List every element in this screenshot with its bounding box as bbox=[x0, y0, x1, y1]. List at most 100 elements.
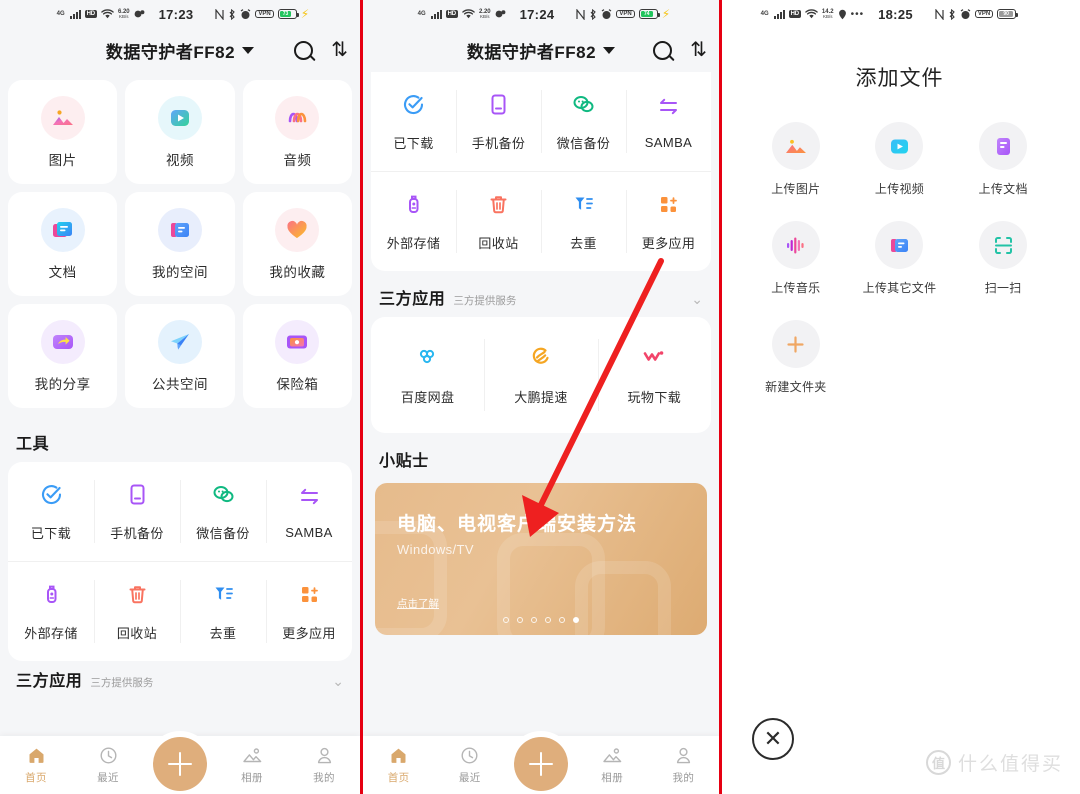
tool-label: SAMBA bbox=[644, 134, 693, 150]
banner-decoration bbox=[575, 561, 671, 635]
downloaded-check-icon bbox=[39, 482, 64, 512]
category-tile-favorites[interactable]: 我的收藏 bbox=[242, 192, 352, 296]
close-sheet-button[interactable]: ✕ bbox=[752, 718, 794, 760]
tool-phone-backup[interactable]: 手机备份 bbox=[456, 72, 541, 171]
fab-add-button[interactable] bbox=[153, 737, 207, 791]
category-label: 我的空间 bbox=[151, 264, 208, 280]
tips-banner[interactable]: 电脑、电视客户端安装方法 Windows/TV 点击了解 bbox=[375, 483, 707, 635]
chevron-down-icon[interactable] bbox=[242, 46, 255, 54]
thirdparty-app-baidu[interactable]: 百度网盘 bbox=[371, 317, 484, 433]
category-tile-my-space[interactable]: 我的空间 bbox=[125, 192, 235, 296]
home-icon bbox=[29, 748, 43, 763]
action-upload-other-file[interactable]: 上传其它文件 bbox=[848, 221, 952, 296]
tool-dedupe[interactable]: 去重 bbox=[541, 172, 626, 271]
category-tile-document[interactable]: 文档 bbox=[8, 192, 118, 296]
chevron-down-icon[interactable] bbox=[603, 46, 616, 54]
tool-samba[interactable]: SAMBA bbox=[266, 462, 352, 561]
banner-pagination-dots[interactable] bbox=[375, 617, 707, 623]
app-header: 数据守护者FF82 ⇅ bbox=[363, 28, 719, 72]
tool-label: 外部存储 bbox=[24, 625, 78, 641]
search-icon[interactable] bbox=[294, 40, 314, 60]
tool-external-storage[interactable]: 外部存储 bbox=[8, 562, 94, 661]
tab-recent[interactable]: 最近 bbox=[72, 746, 144, 785]
tool-external-storage[interactable]: 外部存储 bbox=[371, 172, 456, 271]
dot[interactable] bbox=[545, 617, 551, 623]
tab-album[interactable]: 相册 bbox=[216, 746, 288, 785]
tool-downloaded[interactable]: 已下载 bbox=[371, 72, 456, 171]
tab-label: 最近 bbox=[97, 771, 119, 784]
thirdparty-app-wanwu[interactable]: 玩物下载 bbox=[597, 317, 711, 433]
action-upload-image[interactable]: 上传图片 bbox=[744, 122, 848, 197]
nfc-icon bbox=[935, 8, 944, 20]
category-tile-safe-box[interactable]: 保险箱 bbox=[242, 304, 352, 408]
sort-icon[interactable]: ⇅ bbox=[690, 40, 707, 60]
tools-section-title: 工具 bbox=[16, 436, 50, 453]
wifi-icon bbox=[101, 9, 114, 19]
tool-wechat-backup[interactable]: 微信备份 bbox=[180, 462, 266, 561]
category-tile-audio[interactable]: 音频 bbox=[242, 80, 352, 184]
tool-dedupe[interactable]: 去重 bbox=[180, 562, 266, 661]
tools-card: 已下载 手机备份 微信备份 SAMBA 外部存储 回收站 去重 更多应用 bbox=[8, 462, 352, 661]
sheet-title: 添加文件 bbox=[855, 67, 944, 90]
thirdparty-section-subtitle: 三方提供服务 bbox=[90, 677, 154, 689]
action-upload-document[interactable]: 上传文档 bbox=[951, 122, 1055, 197]
banner-link[interactable]: 点击了解 bbox=[397, 596, 439, 611]
chevron-down-icon[interactable]: ⌄ bbox=[691, 291, 703, 308]
bottom-tab-bar: 首页 最近 相册 我的 bbox=[363, 736, 719, 794]
bluetooth-icon bbox=[589, 8, 597, 20]
location-pin-icon bbox=[838, 9, 847, 20]
dot[interactable] bbox=[503, 617, 509, 623]
sort-icon[interactable]: ⇅ bbox=[331, 40, 348, 60]
category-tile-public-space[interactable]: 公共空间 bbox=[125, 304, 235, 408]
tab-label: 相册 bbox=[241, 771, 263, 784]
action-new-folder[interactable]: 新建文件夹 bbox=[744, 320, 848, 395]
tool-more-apps[interactable]: 更多应用 bbox=[266, 562, 352, 661]
action-scan-qr[interactable]: 扫一扫 bbox=[951, 221, 1055, 296]
tool-wechat-backup[interactable]: 微信备份 bbox=[541, 72, 626, 171]
action-upload-music[interactable]: 上传音乐 bbox=[744, 221, 848, 296]
tool-recycle-bin[interactable]: 回收站 bbox=[94, 562, 180, 661]
tab-profile[interactable]: 我的 bbox=[288, 746, 360, 785]
tool-samba[interactable]: SAMBA bbox=[626, 72, 711, 171]
dot[interactable] bbox=[559, 617, 565, 623]
category-tile-my-share[interactable]: 我的分享 bbox=[8, 304, 118, 408]
tool-downloaded[interactable]: 已下载 bbox=[8, 462, 94, 561]
tool-more-apps[interactable]: 更多应用 bbox=[626, 172, 711, 271]
dot-active[interactable] bbox=[573, 617, 579, 623]
thirdparty-section-subtitle: 三方提供服务 bbox=[453, 295, 517, 307]
tab-home[interactable]: 首页 bbox=[0, 746, 72, 785]
category-tile-video[interactable]: 视频 bbox=[125, 80, 235, 184]
tool-phone-backup[interactable]: 手机备份 bbox=[94, 462, 180, 561]
action-label: 上传音乐 bbox=[771, 281, 821, 295]
category-label: 我的收藏 bbox=[269, 264, 326, 280]
tool-label: SAMBA bbox=[285, 524, 333, 540]
tab-profile[interactable]: 我的 bbox=[648, 746, 719, 785]
banner-title: 电脑、电视客户端安装方法 bbox=[397, 514, 638, 535]
category-label: 图片 bbox=[48, 152, 77, 168]
tab-album[interactable]: 相册 bbox=[577, 746, 648, 785]
chevron-down-icon[interactable]: ⌄ bbox=[332, 673, 344, 690]
tool-recycle-bin[interactable]: 回收站 bbox=[456, 172, 541, 271]
thirdparty-app-dapeng[interactable]: 大鹏提速 bbox=[484, 317, 597, 433]
tool-label: 更多应用 bbox=[282, 625, 336, 641]
tab-recent[interactable]: 最近 bbox=[434, 746, 505, 785]
tab-home[interactable]: 首页 bbox=[363, 746, 434, 785]
panel2-scroll-area[interactable]: 已下载 手机备份 微信备份 SAMBA 外部存储 回收站 去重 更多应用 三方应… bbox=[363, 72, 719, 794]
fab-add-button[interactable] bbox=[514, 737, 568, 791]
action-upload-video[interactable]: 上传视频 bbox=[848, 122, 952, 197]
tool-label: 去重 bbox=[570, 235, 597, 251]
search-icon[interactable] bbox=[653, 40, 673, 60]
dot[interactable] bbox=[531, 617, 537, 623]
category-tile-image[interactable]: 图片 bbox=[8, 80, 118, 184]
video-icon bbox=[157, 95, 202, 140]
dot[interactable] bbox=[517, 617, 523, 623]
panel1-scroll-area[interactable]: 图片 视频 音频 文档 我的空间 我的收藏 我的分享 公共空间 保险箱 工具 已… bbox=[0, 72, 360, 794]
tools-row: 已下载 手机备份 微信备份 SAMBA bbox=[371, 72, 711, 171]
audio-icon bbox=[275, 95, 320, 140]
status-bar: 4G HD 14.2 KB/s ••• 18:25 VPN 90 bbox=[722, 0, 1077, 28]
nfc-icon bbox=[576, 8, 585, 20]
status-clock: 17:23 bbox=[158, 6, 194, 22]
signal-bars-icon bbox=[773, 9, 785, 19]
tool-label: 回收站 bbox=[116, 625, 158, 641]
share-icon bbox=[40, 319, 85, 364]
